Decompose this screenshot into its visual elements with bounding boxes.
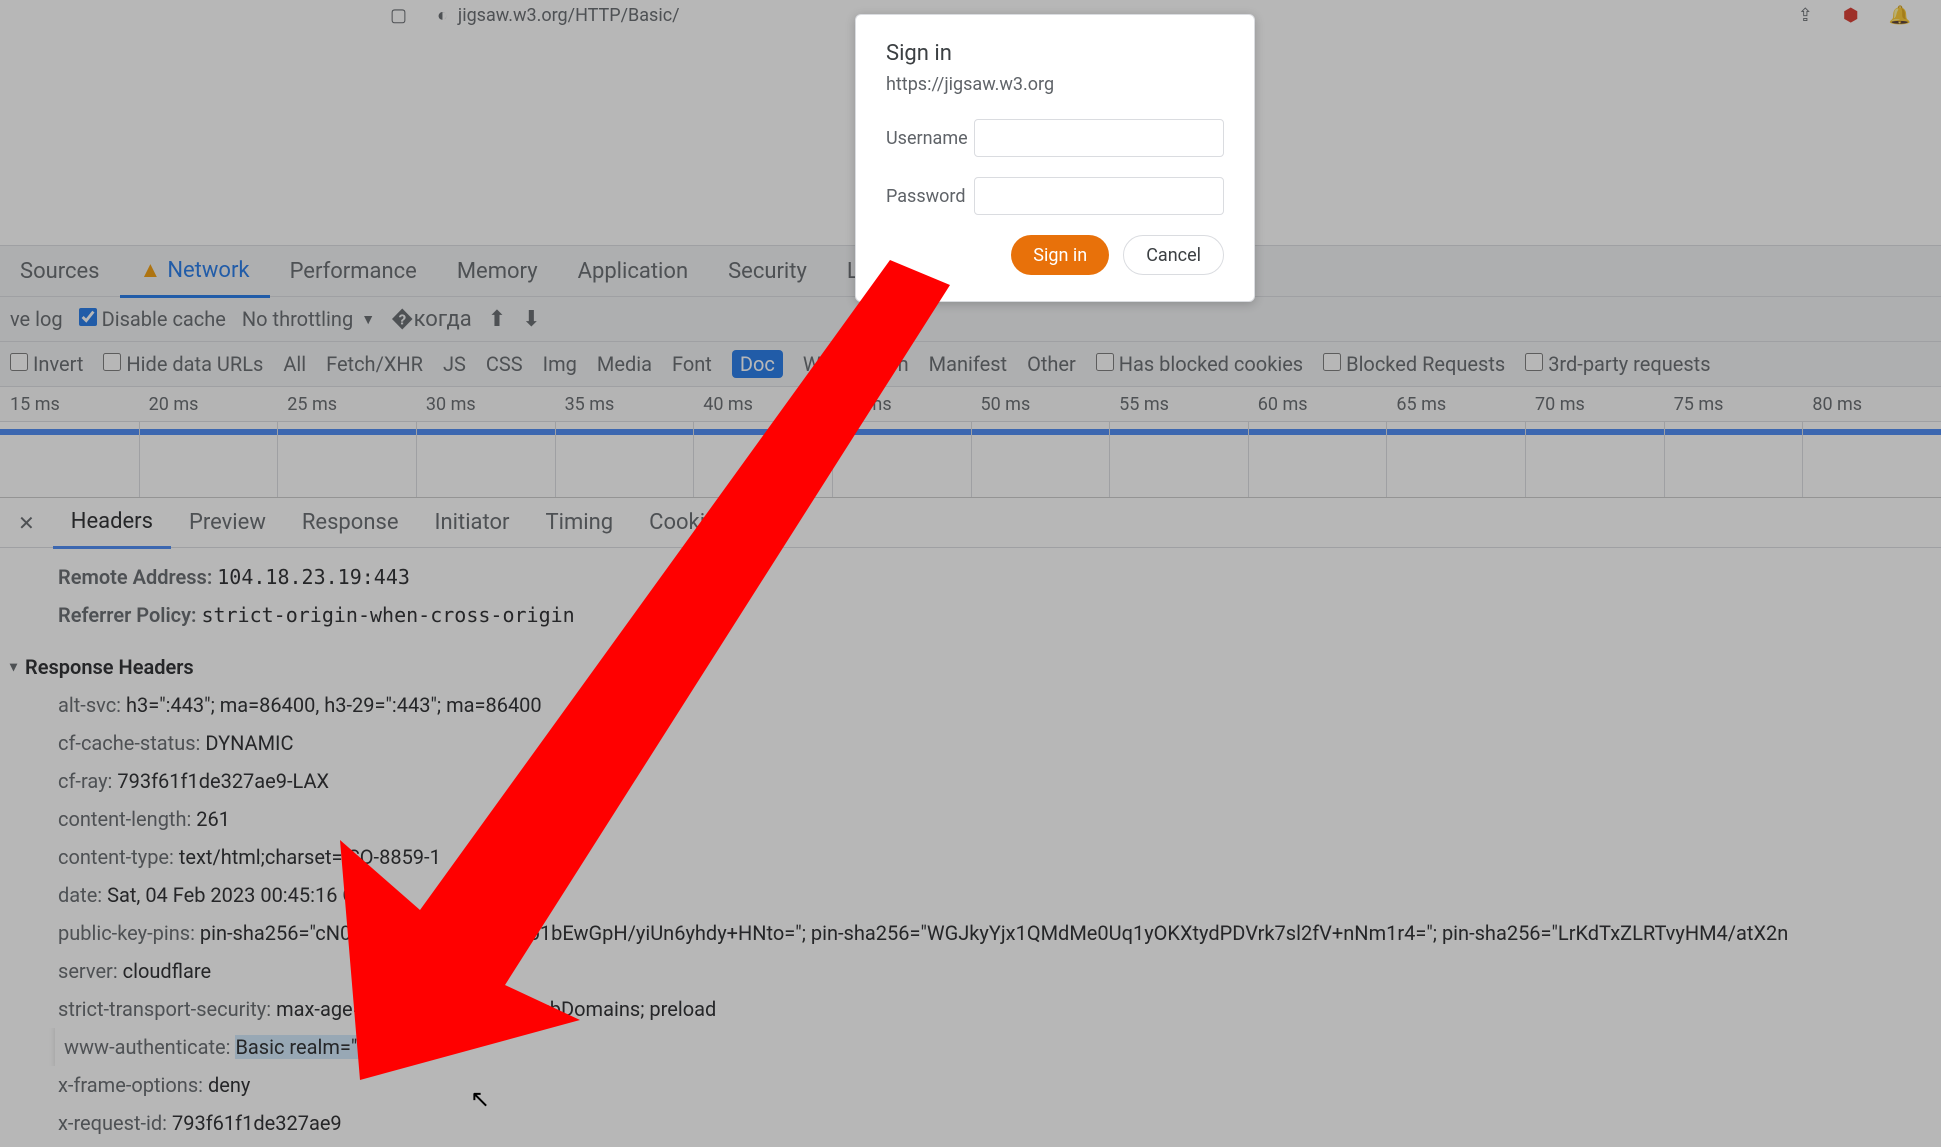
tab-performance[interactable]: Performance bbox=[270, 247, 437, 296]
blocked-requests-checkbox[interactable]: Blocked Requests bbox=[1323, 352, 1505, 376]
timeline-tick: 55 ms bbox=[1109, 394, 1248, 415]
timeline-tick: 50 ms bbox=[970, 394, 1109, 415]
req-tab-response[interactable]: Response bbox=[284, 498, 417, 547]
timeline-ruler: 15 ms20 ms25 ms30 ms35 ms40 ms45 ms50 ms… bbox=[0, 386, 1941, 421]
response-header-line: content-type: text/html;charset=ISO-8859… bbox=[28, 838, 1941, 876]
close-icon[interactable]: ✕ bbox=[0, 511, 53, 535]
req-tab-preview[interactable]: Preview bbox=[171, 498, 284, 547]
filter-wasm[interactable]: Wasm bbox=[852, 352, 908, 376]
timeline-tick: 80 ms bbox=[1802, 394, 1941, 415]
wifi-icon[interactable]: �когда bbox=[391, 307, 472, 332]
tab-network[interactable]: ▲Network bbox=[120, 245, 270, 298]
status-code-line: Status Code: 401 bbox=[28, 548, 1941, 558]
cancel-button[interactable]: Cancel bbox=[1123, 235, 1224, 275]
timeline-tick: 45 ms bbox=[832, 394, 971, 415]
filter-other[interactable]: Other bbox=[1027, 352, 1076, 376]
req-tab-headers[interactable]: Headers bbox=[53, 497, 171, 549]
response-header-line: x-frame-options: deny bbox=[28, 1066, 1941, 1104]
filter-img[interactable]: Img bbox=[543, 352, 577, 376]
request-tabs: ✕ Headers Preview Response Initiator Tim… bbox=[0, 498, 1941, 548]
filter-media[interactable]: Media bbox=[597, 352, 652, 376]
secure-icon: ◐ bbox=[437, 5, 448, 26]
chevron-down-icon: ▼ bbox=[361, 311, 375, 328]
cursor-icon: ↖ bbox=[470, 1085, 490, 1113]
upload-icon[interactable]: ⬆ bbox=[488, 307, 506, 332]
filter-row: Invert Hide data URLs All Fetch/XHR JS C… bbox=[0, 341, 1941, 386]
tab-application[interactable]: Application bbox=[558, 247, 708, 296]
timeline-tick: 15 ms bbox=[0, 394, 139, 415]
timeline-tick: 40 ms bbox=[693, 394, 832, 415]
filter-all[interactable]: All bbox=[283, 352, 306, 376]
download-icon[interactable]: ⬇ bbox=[522, 307, 540, 332]
req-tab-timing[interactable]: Timing bbox=[528, 498, 632, 547]
headers-body: Status Code: 401 Remote Address: 104.18.… bbox=[0, 548, 1941, 1142]
invert-checkbox[interactable]: Invert bbox=[10, 352, 83, 376]
tab-sources[interactable]: Sources bbox=[0, 247, 120, 296]
tab-memory[interactable]: Memory bbox=[437, 247, 558, 296]
referrer-policy-line: Referrer Policy: strict-origin-when-cros… bbox=[28, 596, 1941, 634]
third-party-checkbox[interactable]: 3rd-party requests bbox=[1525, 352, 1710, 376]
filter-css[interactable]: CSS bbox=[486, 352, 523, 376]
filter-doc[interactable]: Doc bbox=[732, 350, 783, 378]
filter-ws[interactable]: WS bbox=[803, 352, 833, 376]
request-details-panel: ✕ Headers Preview Response Initiator Tim… bbox=[0, 497, 1941, 1142]
remote-address-line: Remote Address: 104.18.23.19:443 bbox=[28, 558, 1941, 596]
response-header-line: content-length: 261 bbox=[28, 800, 1941, 838]
password-label: Password bbox=[886, 186, 974, 207]
timeline-tick: 65 ms bbox=[1386, 394, 1525, 415]
filter-font[interactable]: Font bbox=[672, 352, 712, 376]
response-header-line: www-authenticate: Basic realm="test" bbox=[28, 1028, 1941, 1066]
throttling-select[interactable]: No throttling ▼ bbox=[242, 307, 375, 331]
response-headers-title[interactable]: Response Headers bbox=[28, 648, 1941, 686]
response-header-line: alt-svc: h3=":443"; ma=86400, h3-29=":44… bbox=[28, 686, 1941, 724]
timeline-tick: 20 ms bbox=[139, 394, 278, 415]
response-header-line: cf-cache-status: DYNAMIC bbox=[28, 724, 1941, 762]
shield-icon[interactable]: ⬢ bbox=[1843, 5, 1859, 26]
tab-security[interactable]: Security bbox=[708, 247, 827, 296]
timeline-tick: 75 ms bbox=[1664, 394, 1803, 415]
response-header-line: public-key-pins: pin-sha256="cN0QSpPlkuz… bbox=[28, 914, 1941, 952]
filter-js[interactable]: JS bbox=[443, 352, 466, 376]
response-header-line: date: Sat, 04 Feb 2023 00:45:16 GMT bbox=[28, 876, 1941, 914]
timeline-tick: 60 ms bbox=[1248, 394, 1387, 415]
warning-icon: ▲ bbox=[140, 258, 162, 283]
timeline-waterfall[interactable] bbox=[0, 421, 1941, 497]
preserve-log-label: ve log bbox=[10, 307, 63, 331]
share-icon[interactable]: ⇪ bbox=[1798, 5, 1813, 26]
req-tab-initiator[interactable]: Initiator bbox=[417, 498, 528, 547]
network-toolbar: ve log Disable cache No throttling ▼ �ко… bbox=[0, 296, 1941, 341]
password-input[interactable] bbox=[974, 177, 1224, 215]
has-blocked-cookies-checkbox[interactable]: Has blocked cookies bbox=[1096, 352, 1303, 376]
filter-fetch[interactable]: Fetch/XHR bbox=[326, 352, 423, 376]
timeline-tick: 25 ms bbox=[277, 394, 416, 415]
hide-data-urls-checkbox[interactable]: Hide data URLs bbox=[103, 352, 263, 376]
timeline-tick: 35 ms bbox=[555, 394, 694, 415]
notification-icon[interactable]: 🔔 bbox=[1889, 5, 1911, 26]
signin-dialog: Sign in https://jigsaw.w3.org Username P… bbox=[855, 14, 1255, 302]
dialog-title: Sign in bbox=[886, 41, 1224, 66]
tab-icon: ▢ bbox=[390, 5, 407, 26]
username-label: Username bbox=[886, 128, 974, 149]
signin-button[interactable]: Sign in bbox=[1011, 235, 1109, 275]
response-header-line: strict-transport-security: max-age=15552… bbox=[28, 990, 1941, 1028]
disable-cache-checkbox[interactable]: Disable cache bbox=[79, 307, 226, 331]
username-input[interactable] bbox=[974, 119, 1224, 157]
timeline-tick: 70 ms bbox=[1525, 394, 1664, 415]
response-header-line: server: cloudflare bbox=[28, 952, 1941, 990]
timeline-tick: 30 ms bbox=[416, 394, 555, 415]
req-tab-cookies[interactable]: Cookies bbox=[631, 498, 746, 547]
dialog-origin: https://jigsaw.w3.org bbox=[886, 74, 1224, 95]
response-header-line: x-request-id: 793f61f1de327ae9 bbox=[28, 1104, 1941, 1142]
filter-manifest[interactable]: Manifest bbox=[929, 352, 1007, 376]
response-header-line: cf-ray: 793f61f1de327ae9-LAX bbox=[28, 762, 1941, 800]
